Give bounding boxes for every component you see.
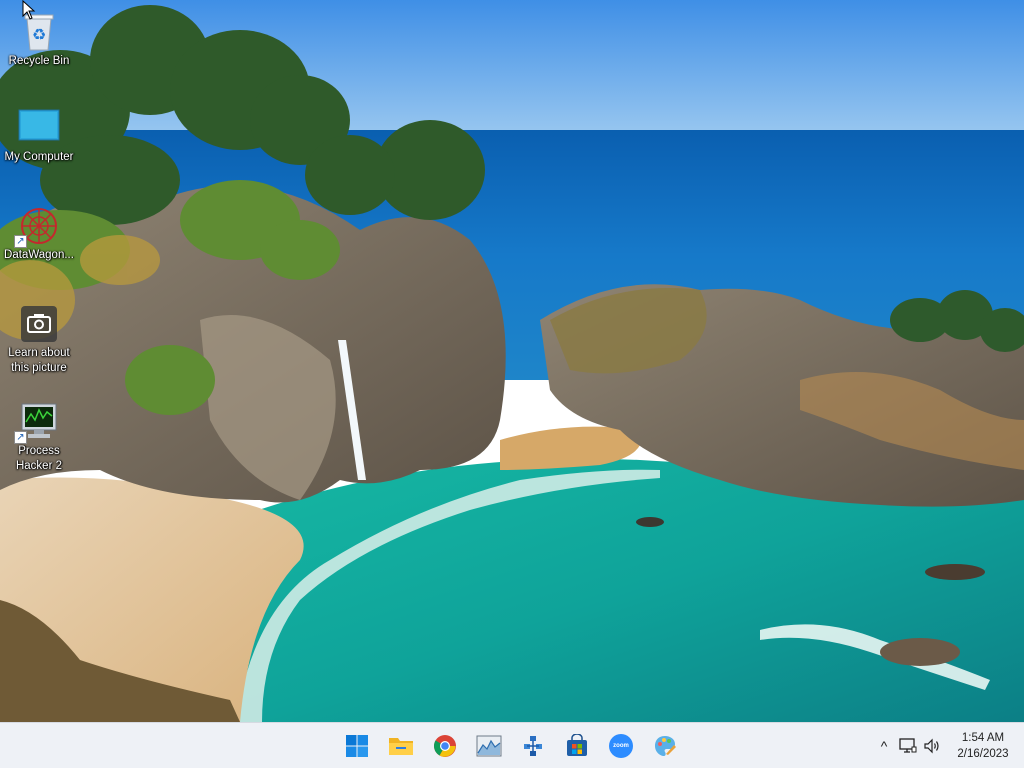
speaker-icon: [924, 738, 939, 753]
zoom-icon-text: zoom: [613, 743, 629, 749]
clock-time: 1:54 AM: [961, 731, 1005, 744]
monitor-icon: [18, 108, 60, 148]
process-hacker-label: Process Hacker 2: [15, 445, 63, 472]
performance-monitor-button[interactable]: [470, 727, 508, 765]
camera-icon: [18, 304, 60, 344]
file-explorer-button[interactable]: [382, 727, 420, 765]
desktop-icon-recycle-bin[interactable]: ♻ Recycle Bin: [0, 12, 78, 69]
desktop-icon-datawagon[interactable]: ↗ DataWagon...: [0, 206, 78, 263]
recycle-bin-label: Recycle Bin: [8, 55, 70, 67]
paint-button[interactable]: [646, 727, 684, 765]
zoom-button[interactable]: zoom: [602, 727, 640, 765]
folder-icon: [389, 738, 413, 755]
learn-about-picture-label: Learn about this picture: [8, 347, 70, 374]
store-icon: [567, 734, 587, 756]
network-status-button[interactable]: [896, 734, 920, 758]
taskbar-pinned-apps: zoom: [338, 727, 684, 765]
process-hacker-icon: ↗: [14, 402, 60, 444]
network-tool-button[interactable]: [514, 727, 552, 765]
my-computer-label: My Computer: [4, 151, 74, 163]
mouse-cursor-icon: [22, 0, 36, 20]
desktop-icon-learn-about-picture[interactable]: Learn about this picture: [0, 304, 78, 376]
desktop-icon-my-computer[interactable]: My Computer: [0, 108, 78, 165]
desktop-wallpaper: [0, 0, 1024, 722]
svg-text:♻: ♻: [32, 25, 46, 44]
clock-date: 2/16/2023: [957, 747, 1009, 760]
system-tray: ^ 1:54 AM 2/16/2023: [872, 723, 1024, 768]
shortcut-arrow-icon: ↗: [14, 235, 27, 248]
show-hidden-icons-button[interactable]: ^: [872, 734, 896, 758]
chrome-icon: [434, 735, 456, 757]
start-button[interactable]: [338, 727, 376, 765]
taskbar: zoom ^ 1:54 AM 2/16/2023: [0, 722, 1024, 768]
paint-icon: [655, 736, 676, 756]
wallpaper-landscape-image: [0, 0, 1024, 722]
zoom-icon: zoom: [609, 734, 633, 758]
datawagon-icon: ↗: [14, 206, 60, 248]
chrome-button[interactable]: [426, 727, 464, 765]
shortcut-arrow-icon: ↗: [14, 431, 27, 444]
network-icon: [899, 737, 917, 753]
store-button[interactable]: [558, 727, 596, 765]
datawagon-label: DataWagon...: [4, 249, 74, 261]
windows-start-icon: [346, 735, 368, 757]
clock-button[interactable]: 1:54 AM 2/16/2023: [948, 730, 1018, 762]
chevron-up-icon: ^: [880, 737, 888, 754]
network-tool-icon: [524, 736, 542, 756]
desktop-icon-process-hacker[interactable]: ↗ Process Hacker 2: [0, 402, 78, 474]
volume-button[interactable]: [920, 734, 944, 758]
performance-monitor-icon: [476, 735, 502, 757]
